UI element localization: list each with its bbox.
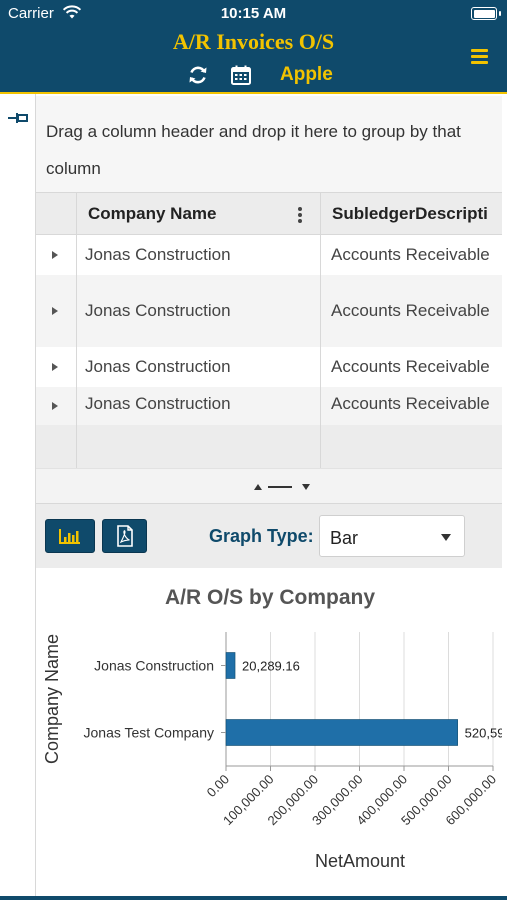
graph-type-label: Graph Type:	[209, 526, 314, 546]
bar-chart: A/R O/S by Company0.00100,000.00200,000.…	[42, 586, 504, 871]
chart-bar	[225, 652, 236, 679]
y-axis-title: Company Name	[42, 634, 62, 764]
export-pdf-button[interactable]	[102, 519, 147, 553]
splitter-handle[interactable]	[268, 486, 292, 488]
cell-subledger: Accounts Receivable	[331, 394, 490, 413]
chart-view-button[interactable]	[45, 519, 95, 553]
company-selector[interactable]: Apple	[280, 64, 333, 86]
grid-empty-area	[36, 425, 502, 468]
chevron-down-icon	[441, 534, 451, 541]
pdf-icon	[116, 525, 133, 547]
cell-subledger: Accounts Receivable	[331, 357, 490, 376]
panel-splitter[interactable]	[36, 468, 502, 504]
expand-row-icon[interactable]	[52, 363, 58, 371]
column-divider	[76, 193, 77, 468]
cell-company: Jonas Construction	[85, 245, 231, 264]
cell-company: Jonas Construction	[85, 357, 231, 376]
bar-chart-icon	[59, 529, 80, 544]
app-header: A/R Invoices O/S Apple	[0, 28, 507, 94]
pin-icon[interactable]	[8, 112, 28, 124]
data-grid: Company Name SubledgerDescripti Jonas Co…	[36, 192, 502, 468]
splitter-down-arrow-icon[interactable]	[302, 484, 310, 490]
y-tick-label: Jonas Test Company	[84, 725, 214, 741]
bottom-bar	[0, 896, 507, 900]
column-divider[interactable]	[320, 193, 321, 468]
chart-bar	[225, 719, 458, 746]
bar-value-label: 20,289.16	[242, 659, 300, 674]
cell-subledger: Accounts Receivable	[331, 301, 490, 320]
clock: 10:15 AM	[220, 5, 287, 22]
x-axis-title: NetAmount	[315, 851, 405, 871]
y-tick-label: Jonas Construction	[94, 658, 214, 674]
column-header-company-name[interactable]: Company Name	[88, 204, 216, 224]
cell-company: Jonas Construction	[85, 301, 231, 320]
column-menu-icon[interactable]	[298, 207, 304, 225]
left-panel-strip	[0, 94, 36, 900]
expand-row-icon[interactable]	[52, 251, 58, 259]
chart-toolbar: Graph Type: Bar	[36, 504, 502, 568]
hamburger-menu-icon[interactable]	[471, 49, 488, 64]
bar-value-label: 520,59	[465, 726, 502, 741]
graph-type-select[interactable]: Bar	[319, 515, 465, 557]
chart-panel: A/R O/S by Company 0.00 100,000.00 200,000.…	[36, 568, 504, 900]
cell-subledger: Accounts Receivable	[331, 245, 490, 264]
calendar-icon[interactable]	[230, 64, 252, 86]
battery-icon	[471, 7, 501, 20]
refresh-icon[interactable]	[187, 64, 209, 86]
status-bar: Carrier 10:15 AM	[0, 0, 507, 28]
grid-header: Company Name SubledgerDescripti	[36, 193, 502, 235]
graph-type-value: Bar	[330, 528, 359, 548]
table-row[interactable]: Jonas Construction Accounts Receivable	[36, 347, 502, 387]
group-by-drop-zone[interactable]: Drag a column header and drop it here to…	[36, 96, 502, 192]
expand-row-icon[interactable]	[52, 307, 58, 315]
x-tick-label: 0.00	[204, 772, 233, 801]
table-row[interactable]: Jonas Construction Accounts Receivable	[36, 387, 502, 425]
table-row[interactable]: Jonas Construction Accounts Receivable	[36, 275, 502, 347]
chart-title: A/R O/S by Company	[165, 586, 375, 609]
expand-row-icon[interactable]	[52, 402, 58, 410]
page-title: A/R Invoices O/S	[172, 29, 335, 54]
splitter-up-arrow-icon[interactable]	[254, 484, 262, 490]
table-row[interactable]: Jonas Construction Accounts Receivable	[36, 235, 502, 275]
column-header-subledger[interactable]: SubledgerDescripti	[332, 204, 488, 224]
cell-company: Jonas Construction	[85, 394, 231, 413]
